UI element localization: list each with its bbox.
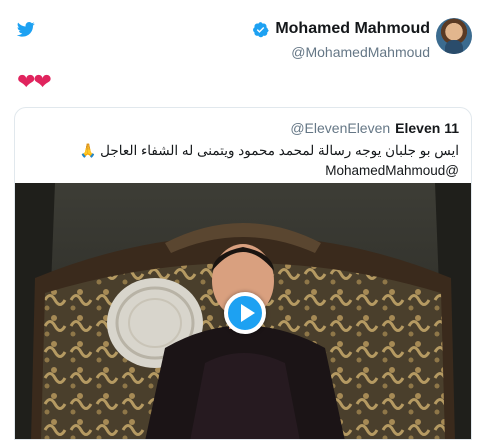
quoted-tweet-card[interactable]: @ElevenEleven Eleven 11 ايس بو جلبان يوج… (14, 107, 472, 440)
play-icon[interactable] (224, 292, 266, 334)
tweet-text: ❤❤ (17, 69, 52, 94)
quoted-tweet-line: ايس بو جلبان يوجه رسالة لمحمد محمود ويتم… (79, 143, 459, 158)
tweet-author[interactable]: Mohamed Mahmoud @MohamedMahmoud (252, 20, 430, 60)
quoted-tweet-header: @ElevenEleven Eleven 11 (290, 120, 459, 136)
verified-badge-icon (253, 21, 269, 37)
author-name[interactable]: Mohamed Mahmoud (275, 20, 430, 38)
avatar[interactable] (436, 18, 472, 54)
author-name-row: Mohamed Mahmoud (252, 20, 430, 38)
quoted-author-name[interactable]: Eleven 11 (395, 120, 459, 136)
video-player[interactable] (15, 183, 471, 439)
quoted-author-handle[interactable]: @ElevenEleven (290, 120, 390, 136)
author-handle[interactable]: @MohamedMahmoud (252, 44, 430, 60)
twitter-bird-icon[interactable] (17, 22, 35, 37)
quoted-tweet-text: ايس بو جلبان يوجه رسالة لمحمد محمود ويتم… (29, 141, 459, 181)
quoted-mention-link[interactable]: @MohamedMahmoud (29, 161, 459, 181)
